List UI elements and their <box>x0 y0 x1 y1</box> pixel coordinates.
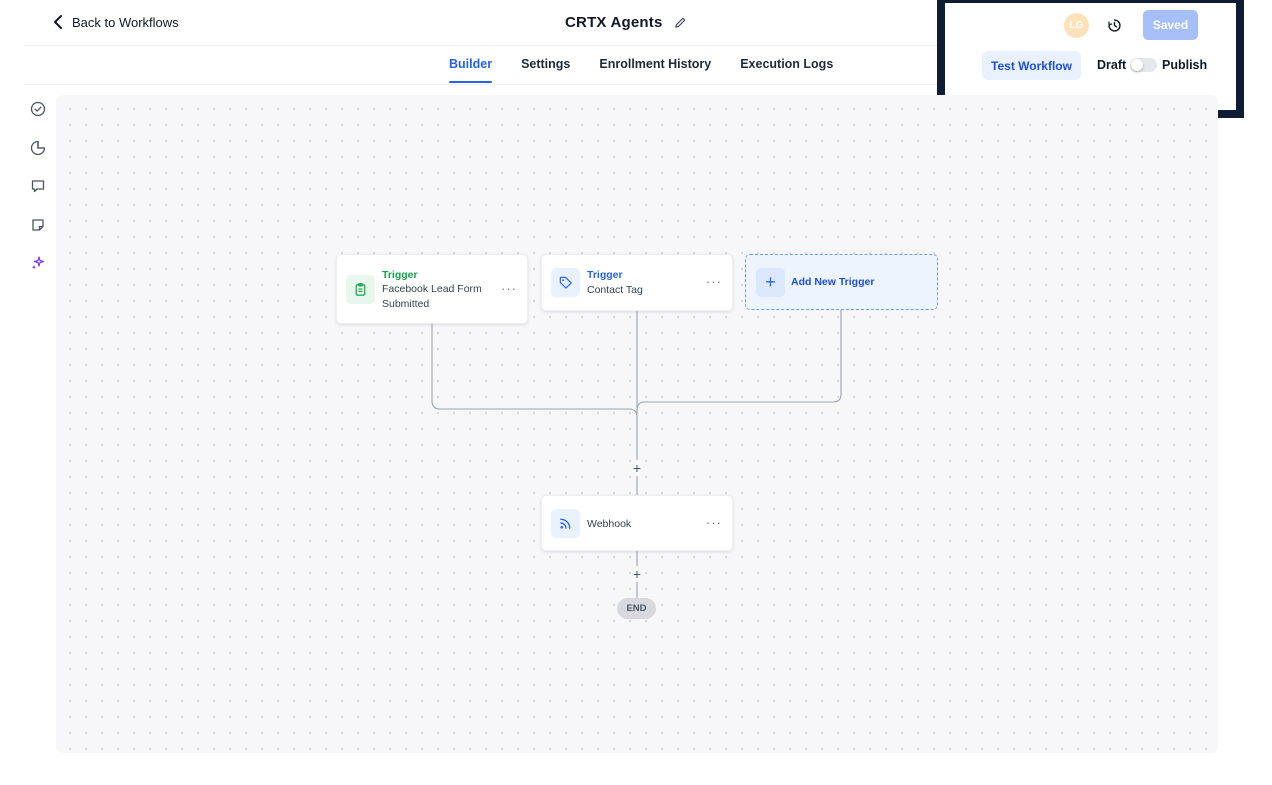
publish-toggle[interactable] <box>1130 58 1157 72</box>
add-new-trigger-button[interactable]: + Add New Trigger <box>745 254 938 310</box>
add-trigger-label: Add New Trigger <box>791 276 875 288</box>
title-group: CRTX Agents <box>565 14 687 31</box>
trigger-kind-label: Trigger <box>587 269 623 281</box>
back-to-workflows-link[interactable]: Back to Workflows <box>52 14 179 30</box>
check-circle-icon[interactable] <box>29 100 47 118</box>
add-step-plus-icon[interactable]: + <box>629 460 645 476</box>
trigger-node-contact-tag[interactable]: Trigger Contact Tag ··· <box>541 254 733 311</box>
trigger-kind-label: Trigger <box>382 269 418 281</box>
workflow-canvas[interactable] <box>56 95 1218 753</box>
chevron-left-icon <box>54 15 62 29</box>
saved-button[interactable]: Saved <box>1143 10 1198 40</box>
sparkle-icon[interactable] <box>29 254 47 272</box>
clipboard-icon <box>346 275 375 304</box>
tab-enrollment-history[interactable]: Enrollment History <box>599 57 711 82</box>
action-label: Webhook <box>587 518 632 530</box>
add-step-plus-icon[interactable]: + <box>629 566 645 582</box>
tab-bar: Builder Settings Enrollment History Exec… <box>449 57 833 83</box>
more-options-icon[interactable]: ··· <box>706 515 722 530</box>
history-icon[interactable] <box>1104 15 1124 35</box>
plus-icon: + <box>756 268 785 297</box>
comment-icon[interactable] <box>29 177 47 195</box>
publish-label: Publish <box>1162 58 1208 72</box>
tag-icon <box>551 268 580 297</box>
draft-label: Draft <box>1097 58 1127 72</box>
pencil-icon[interactable] <box>674 16 687 29</box>
trigger-description: Facebook Lead Form Submitted <box>382 283 482 310</box>
webhook-icon <box>551 509 580 538</box>
more-options-icon[interactable]: ··· <box>706 274 722 289</box>
tab-settings[interactable]: Settings <box>521 57 570 82</box>
pie-chart-icon[interactable] <box>29 139 47 157</box>
trigger-node-facebook[interactable]: Trigger Facebook Lead Form Submitted ··· <box>336 254 528 324</box>
trigger-description: Contact Tag <box>587 284 643 296</box>
more-options-icon[interactable]: ··· <box>501 281 517 296</box>
workflow-builder-app: Back to Workflows CRTX Agents Builder Se… <box>0 0 1272 785</box>
back-label: Back to Workflows <box>72 14 179 30</box>
action-node-webhook[interactable]: Webhook ··· <box>541 495 733 551</box>
note-icon[interactable] <box>29 216 47 234</box>
test-workflow-button[interactable]: Test Workflow <box>982 51 1081 80</box>
page-title: CRTX Agents <box>565 14 663 31</box>
tab-builder[interactable]: Builder <box>449 57 493 83</box>
end-marker: END <box>617 598 656 619</box>
avatar[interactable]: LG <box>1064 13 1089 38</box>
toggle-knob <box>1131 59 1143 71</box>
tab-execution-logs[interactable]: Execution Logs <box>740 57 833 82</box>
